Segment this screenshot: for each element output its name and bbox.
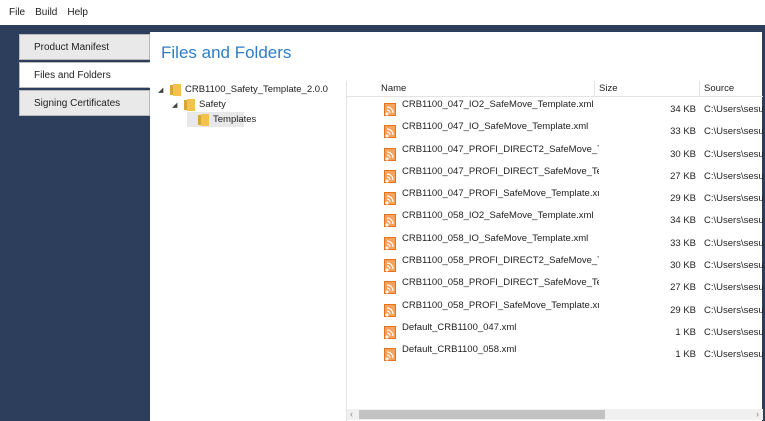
expanded-arrow-icon[interactable]: ◢ [158,86,163,94]
file-size: 33 KB [670,237,696,249]
file-name: CRB1100_047_PROFI_SafeMove_Template.xml [402,188,599,200]
nav-signing-certificates[interactable]: Signing Certificates [19,90,150,116]
file-size: 34 KB [670,215,696,227]
menu-build[interactable]: Build [30,7,62,18]
table-row[interactable]: CRB1100_047_IO2_SafeMove_Template.xml 34… [347,97,763,119]
rss-xml-file-icon [384,281,396,295]
rss-xml-file-icon [384,214,396,228]
rss-xml-file-icon [384,192,396,206]
file-size: 1 KB [675,326,696,338]
rss-xml-file-icon [384,303,396,317]
table-row[interactable]: Default_CRB1100_047.xml 1 KB C:\Users\se… [347,320,763,342]
rss-xml-file-icon [384,325,396,339]
rss-xml-file-icon [384,147,396,161]
table-row[interactable]: CRB1100_047_PROFI_DIRECT2_SafeMove_Temp … [347,142,763,164]
file-source: C:\Users\sesul [704,193,763,205]
expanded-arrow-icon[interactable]: ◢ [172,101,177,109]
file-source: C:\Users\sesul [704,170,763,182]
tree-node-root[interactable]: ◢ CRB1100_Safety_Template_2.0.0 [150,82,345,97]
table-row[interactable]: CRB1100_058_PROFI_DIRECT_SafeMove_Templa… [347,275,763,297]
file-size: 30 KB [670,260,696,272]
rss-xml-file-icon [384,169,396,183]
file-source: C:\Users\sesul [704,260,763,272]
file-name: CRB1100_047_IO2_SafeMove_Template.xml [402,99,594,110]
tree-label-root: CRB1100_Safety_Template_2.0.0 [185,84,328,95]
folder-icon [198,113,209,126]
file-source: C:\Users\sesul [704,104,763,115]
column-divider[interactable] [594,81,595,97]
file-source: C:\Users\sesul [704,304,763,316]
app-window: Product Manifest Files and Folders Signi… [0,25,765,421]
horizontal-scrollbar[interactable]: ‹ › [347,409,763,420]
file-source: C:\Users\sesul [704,148,763,160]
page-title: Files and Folders [161,43,292,62]
file-name: CRB1100_058_PROFI_DIRECT_SafeMove_Templa [402,277,599,289]
rss-xml-file-icon [384,236,396,250]
file-size: 30 KB [670,148,696,160]
table-row[interactable]: CRB1100_058_IO2_SafeMove_Template.xml 34… [347,208,763,230]
file-size: 1 KB [675,349,696,361]
file-source: C:\Users\sesul [704,215,763,227]
menu-bar: File Build Help [0,0,765,25]
file-name: CRB1100_058_PROFI_DIRECT2_SafeMove_Temp [402,255,599,267]
file-source: C:\Users\sesul [704,126,763,138]
table-row[interactable]: CRB1100_047_IO_SafeMove_Template.xml 33 … [347,119,763,141]
file-name: CRB1100_058_PROFI_SafeMove_Template.xml [402,299,599,311]
file-list: Name Size Source CRB1100_047_IO2_SafeMov… [346,81,763,421]
tree-label-safety: Safety [199,99,226,110]
list-rows: CRB1100_047_IO2_SafeMove_Template.xml 34… [347,97,763,365]
file-name: CRB1100_047_PROFI_DIRECT_SafeMove_Templa [402,165,599,177]
file-source: C:\Users\sesul [704,326,763,338]
file-name: CRB1100_047_IO_SafeMove_Template.xml [402,121,589,133]
file-source: C:\Users\sesul [704,237,763,249]
table-row[interactable]: CRB1100_058_PROFI_SafeMove_Template.xml … [347,298,763,320]
file-name: CRB1100_058_IO_SafeMove_Template.xml [402,232,589,244]
rss-xml-file-icon [384,103,396,116]
rss-xml-file-icon [384,125,396,139]
list-header: Name Size Source [347,81,763,97]
sidebar-nav: Product Manifest Files and Folders Signi… [19,34,150,118]
menu-file[interactable]: File [4,7,30,18]
tree-node-safety[interactable]: ◢ Safety [150,97,345,112]
table-row[interactable]: CRB1100_047_PROFI_DIRECT_SafeMove_Templa… [347,164,763,186]
file-source: C:\Users\sesul [704,282,763,294]
scroll-left-icon[interactable]: ‹ [350,409,353,419]
scroll-right-icon[interactable]: › [756,409,759,419]
file-size: 29 KB [670,304,696,316]
table-row[interactable]: CRB1100_058_PROFI_DIRECT2_SafeMove_Temp … [347,253,763,275]
file-size: 27 KB [670,282,696,294]
table-row[interactable]: CRB1100_047_PROFI_SafeMove_Template.xml … [347,186,763,208]
tree-node-templates[interactable]: Templates [150,112,345,127]
file-source: C:\Users\sesul [704,349,763,361]
column-header-source[interactable]: Source [704,83,734,94]
file-name: Default_CRB1100_058.xml [402,344,517,356]
column-divider[interactable] [699,81,700,97]
rss-xml-file-icon [384,348,396,362]
table-row[interactable]: CRB1100_058_IO_SafeMove_Template.xml 33 … [347,231,763,253]
nav-product-manifest[interactable]: Product Manifest [19,34,150,60]
tree-label-templates: Templates [213,114,257,125]
column-header-size[interactable]: Size [599,83,617,94]
content-panel: Files and Folders ◢ CRB1100_Safety_Templ… [150,32,763,421]
file-name: CRB1100_047_PROFI_DIRECT2_SafeMove_Temp [402,143,599,155]
folder-icon [184,98,195,111]
file-name: CRB1100_058_IO2_SafeMove_Template.xml [402,210,594,222]
file-size: 29 KB [670,193,696,205]
scrollbar-thumb[interactable] [359,410,605,419]
file-size: 34 KB [670,104,696,115]
folder-tree: ◢ CRB1100_Safety_Template_2.0.0 ◢ Safety [150,82,345,127]
table-row[interactable]: Default_CRB1100_058.xml 1 KB C:\Users\se… [347,342,763,364]
file-name: Default_CRB1100_047.xml [402,321,517,333]
file-size: 27 KB [670,170,696,182]
menu-help[interactable]: Help [62,7,93,18]
column-header-name[interactable]: Name [381,83,406,94]
file-size: 33 KB [670,126,696,138]
folder-icon [170,83,181,96]
nav-files-and-folders[interactable]: Files and Folders [19,62,150,88]
rss-xml-file-icon [384,259,396,273]
